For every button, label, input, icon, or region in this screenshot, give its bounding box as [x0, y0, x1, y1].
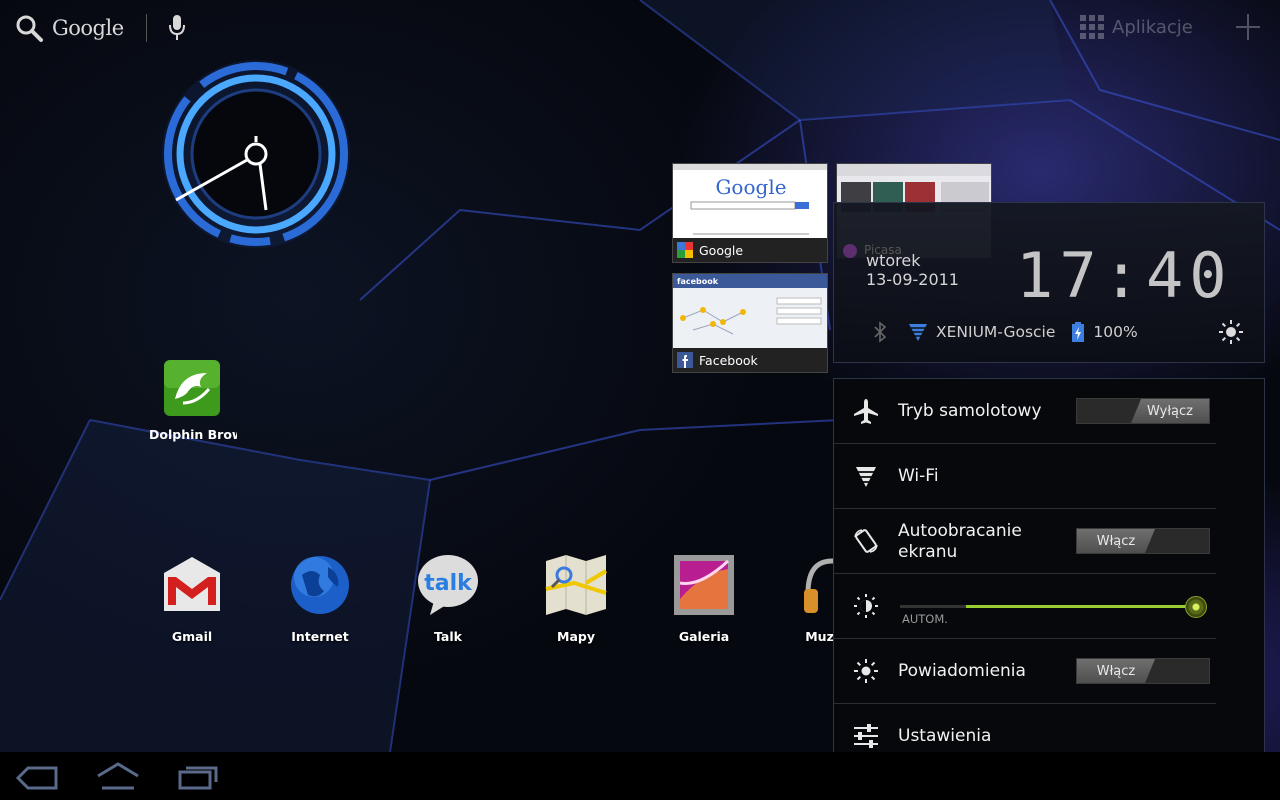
app-label: Internet	[291, 629, 349, 644]
wifi-label: Wi-Fi	[898, 466, 939, 486]
app-internet[interactable]: Internet	[270, 553, 370, 644]
wifi-signal-icon	[909, 324, 927, 341]
thumbnail-label: Facebook	[699, 352, 758, 368]
status-date: 13-09-2011	[866, 270, 959, 289]
map-icon	[545, 555, 608, 615]
status-row: XENIUM-Goscie 100%	[872, 319, 1138, 345]
navigation-bar	[0, 752, 1280, 800]
airplane-mode-label: Tryb samolotowy	[898, 401, 1042, 421]
app-label: Gmail	[171, 629, 213, 644]
slider-fill	[966, 605, 1196, 608]
brightness-icon	[854, 594, 878, 618]
airplane-mode-toggle[interactable]: Wyłącz	[1076, 398, 1210, 424]
facebook-page-thumbnail: facebook	[673, 274, 827, 350]
auto-rotate-label-line1: Autoobracanie	[898, 521, 1022, 541]
recent-apps-icon[interactable]	[178, 764, 218, 790]
app-label: Mapy	[557, 629, 595, 644]
notifications-toggle[interactable]: Włącz	[1076, 658, 1210, 684]
app-label: Galeria	[678, 629, 730, 644]
notifications-icon	[854, 659, 878, 683]
airplane-icon	[854, 399, 878, 424]
add-widget-icon[interactable]	[1234, 12, 1262, 42]
wifi-row[interactable]: Wi-Fi	[834, 444, 1266, 509]
search-icon	[16, 15, 43, 42]
app-talk[interactable]: talk Talk	[398, 553, 498, 644]
quick-settings-panel: Tryb samolotowy Wyłącz Wi-Fi Autoobracan…	[833, 378, 1265, 769]
back-icon[interactable]	[16, 766, 58, 790]
status-day: wtorek	[866, 251, 921, 270]
battery-icon	[1072, 322, 1085, 342]
notifications-label: Powiadomienia	[898, 661, 1026, 681]
globe-icon	[291, 556, 349, 614]
facebook-icon	[677, 352, 693, 368]
brightness-settings-icon[interactable]	[1218, 319, 1244, 345]
auto-rotate-toggle[interactable]: Włącz	[1076, 528, 1210, 554]
svg-text:Google: Google	[715, 175, 786, 199]
apps-label: Aplikacje	[1112, 16, 1193, 38]
settings-label: Ustawienia	[898, 726, 992, 746]
settings-sliders-icon	[854, 724, 878, 748]
thumbnail-caption: Facebook	[673, 348, 827, 372]
app-gmail[interactable]: Gmail	[142, 553, 242, 644]
wifi-network-name: XENIUM-Goscie	[936, 323, 1056, 341]
brightness-row: AUTOM.	[834, 574, 1266, 639]
status-panel[interactable]: Picasa wtorek 13-09-2011 17:40 XENIUM-Go…	[833, 202, 1265, 363]
gallery-icon	[674, 555, 734, 615]
analog-clock-widget[interactable]	[158, 56, 354, 252]
airplane-mode-row[interactable]: Tryb samolotowy Wyłącz	[834, 379, 1266, 444]
bluetooth-icon	[874, 321, 887, 343]
search-label: Google	[52, 16, 124, 40]
apps-button[interactable]: Aplikacje	[1080, 10, 1193, 44]
auto-rotate-label: Autoobracanie ekranu	[898, 521, 1022, 563]
apps-grid-icon	[1080, 15, 1104, 39]
microphone-icon[interactable]	[167, 13, 187, 43]
google-page-thumbnail: Google	[673, 164, 827, 235]
toggle-knob: Wyłącz	[1131, 399, 1209, 423]
gmail-icon	[164, 557, 220, 611]
dolphin-icon	[164, 360, 220, 416]
talk-bubble-icon: talk	[418, 555, 478, 615]
toggle-knob: Włącz	[1077, 529, 1155, 553]
picasa-icon	[843, 244, 857, 258]
svg-text:talk: talk	[424, 571, 473, 596]
app-label-dolphin-browser: Dolphin Browser	[149, 427, 237, 442]
status-time: 17:40	[1016, 239, 1233, 312]
divider	[145, 14, 147, 42]
thumbnail-caption: Google	[673, 238, 827, 262]
search-bar[interactable]: Google	[14, 8, 187, 48]
app-icon-dolphin-browser[interactable]	[163, 359, 221, 417]
wifi-icon	[856, 467, 876, 487]
notifications-row[interactable]: Powiadomienia Włącz	[834, 639, 1266, 704]
auto-rotate-label-line2: ekranu	[898, 542, 958, 562]
recent-app-facebook[interactable]: facebook Facebook	[672, 273, 828, 373]
app-maps[interactable]: Mapy	[526, 553, 626, 644]
thumbnail-label: Google	[699, 242, 744, 258]
app-label: Talk	[434, 629, 462, 644]
brightness-slider[interactable]	[900, 596, 1212, 618]
auto-rotate-row[interactable]: Autoobracanie ekranu Włącz	[834, 509, 1266, 574]
toggle-knob: Włącz	[1077, 659, 1155, 683]
battery-level: 100%	[1093, 323, 1138, 341]
screen-rotation-icon	[854, 529, 878, 553]
app-gallery[interactable]: Galeria	[654, 553, 754, 644]
svg-text:facebook: facebook	[677, 277, 719, 286]
slider-thumb[interactable]	[1185, 596, 1207, 618]
recent-app-google[interactable]: Google Google	[672, 163, 828, 263]
google-icon	[677, 242, 693, 258]
home-icon[interactable]	[96, 762, 140, 790]
